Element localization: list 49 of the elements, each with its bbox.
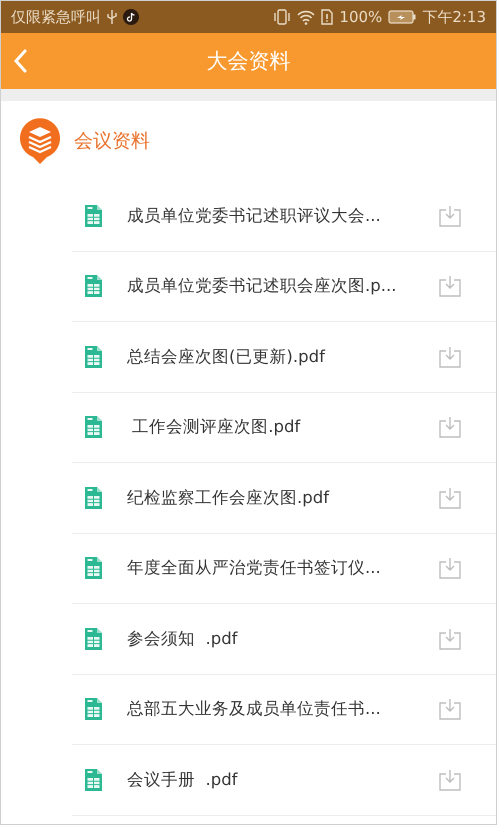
download-button[interactable]	[438, 346, 462, 368]
spreadsheet-file-icon	[85, 486, 102, 509]
file-name[interactable]: 成员单位党委书记述职会座次图.p...	[127, 275, 438, 298]
download-button[interactable]	[438, 557, 462, 580]
file-name[interactable]: 总结会座次图(已更新).pdf	[127, 346, 438, 368]
usb-icon	[107, 9, 117, 25]
download-icon	[438, 204, 462, 227]
page-title: 大会资料	[206, 48, 290, 75]
status-time: 下午2:13	[422, 8, 486, 26]
spreadsheet-file-icon	[85, 768, 102, 791]
download-button[interactable]	[438, 275, 462, 298]
spreadsheet-file-icon	[85, 557, 102, 580]
download-icon	[438, 557, 462, 580]
file-name[interactable]: 总部五大业务及成员单位责任书...	[127, 698, 438, 720]
download-button[interactable]	[438, 768, 462, 791]
download-icon	[438, 768, 462, 791]
spreadsheet-file-icon	[85, 698, 102, 720]
download-icon	[438, 698, 462, 720]
download-button[interactable]	[438, 416, 462, 438]
vibrate-icon	[273, 9, 292, 25]
battery-percent: 100%	[339, 8, 382, 26]
spreadsheet-file-icon	[85, 628, 102, 650]
download-button[interactable]	[438, 698, 462, 720]
spreadsheet-file-icon	[85, 416, 102, 438]
file-name[interactable]: 工作会测评座次图.pdf	[127, 416, 438, 438]
file-name[interactable]: 纪检监察工作会座次图.pdf	[127, 486, 438, 509]
download-icon	[438, 346, 462, 368]
battery-icon	[388, 10, 416, 24]
back-icon	[13, 49, 27, 73]
download-icon	[438, 275, 462, 298]
status-text: 仅限紧急呼叫	[11, 8, 101, 26]
download-button[interactable]	[438, 628, 462, 650]
file-name[interactable]: 会议手册 .pdf	[127, 768, 438, 791]
spreadsheet-file-icon	[85, 275, 102, 298]
spreadsheet-file-icon	[85, 204, 102, 227]
file-name[interactable]: 参会须知 .pdf	[127, 628, 438, 650]
download-icon	[438, 628, 462, 650]
download-button[interactable]	[438, 486, 462, 509]
download-icon	[438, 416, 462, 438]
spreadsheet-file-icon	[85, 346, 102, 368]
stacked-documents-icon	[20, 118, 60, 164]
music-note-icon	[123, 9, 139, 25]
download-button[interactable]	[438, 204, 462, 227]
file-name[interactable]: 年度全面从严治党责任书签订仪...	[127, 557, 438, 580]
section-title: 会议资料	[74, 129, 150, 154]
download-icon	[438, 486, 462, 509]
wifi-icon	[297, 10, 316, 24]
sim-card-icon	[321, 9, 334, 25]
file-name[interactable]: 成员单位党委书记述职评议大会...	[127, 204, 438, 227]
